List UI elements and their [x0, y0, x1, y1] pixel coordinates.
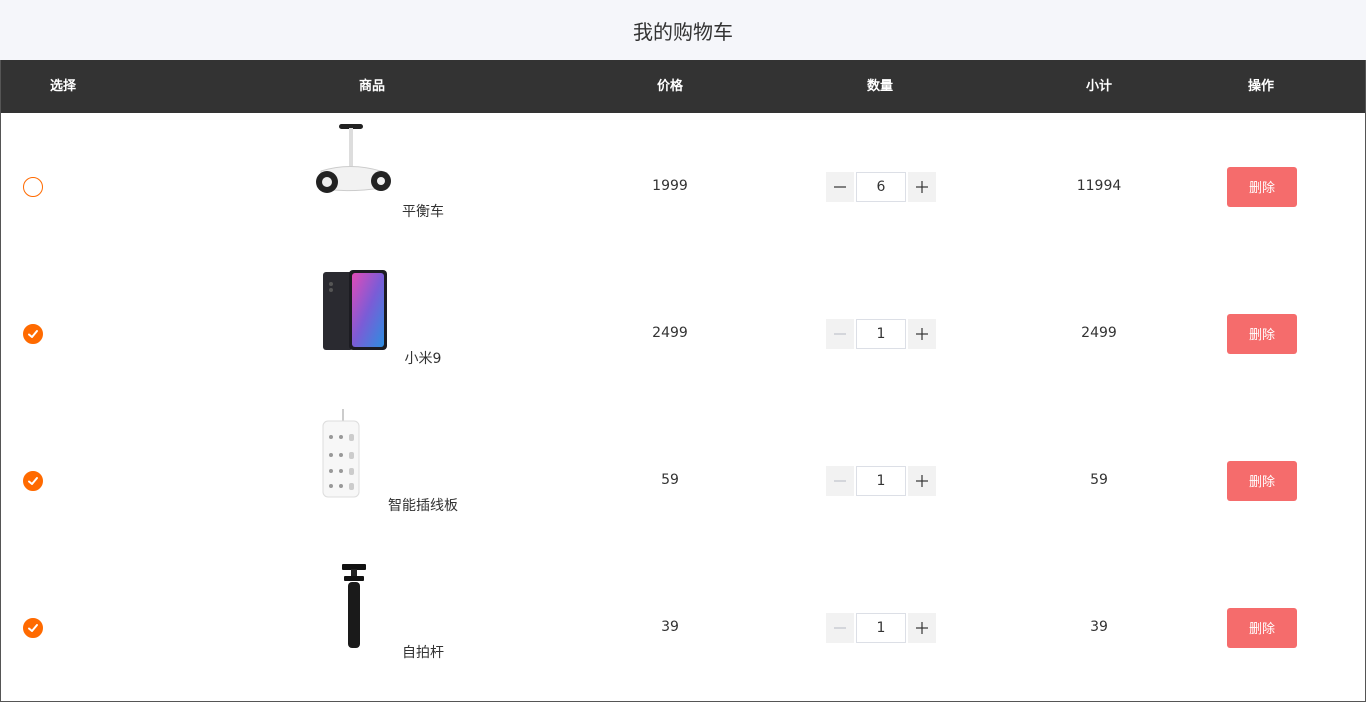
subtotal: 39	[1090, 619, 1108, 635]
minus-icon	[834, 479, 846, 482]
plus-icon	[916, 474, 928, 487]
page-title: 我的购物车	[633, 19, 733, 44]
cart-row: 自拍杆 39 39 删除	[1, 554, 1365, 701]
minus-icon	[834, 185, 846, 188]
product-name: 智能插线板	[388, 498, 458, 514]
subtotal: 11994	[1076, 178, 1122, 194]
selfie-stick-image	[342, 564, 366, 648]
cart-table: 选择 商品 价格 数量 小计 操作 平衡车 1999 1199	[0, 60, 1366, 702]
increase-button[interactable]	[908, 318, 936, 349]
check-icon	[28, 623, 38, 632]
delete-button[interactable]: 删除	[1227, 607, 1297, 648]
quantity-input[interactable]	[856, 465, 906, 496]
increase-button[interactable]	[908, 612, 936, 643]
page-header: 我的购物车	[0, 0, 1366, 60]
column-header-select: 选择	[49, 79, 77, 94]
select-radio[interactable]	[23, 323, 43, 344]
select-radio[interactable]	[23, 176, 43, 197]
check-icon	[28, 329, 38, 338]
cart-row: 平衡车 1999 11994 删除	[1, 113, 1365, 260]
decrease-button[interactable]	[826, 171, 854, 202]
plus-icon	[916, 180, 928, 193]
product-name: 平衡车	[402, 204, 444, 220]
plus-icon	[916, 621, 928, 634]
price: 2499	[652, 325, 688, 341]
plus-icon	[916, 327, 928, 340]
quantity-input[interactable]	[856, 171, 906, 202]
quantity-stepper	[826, 318, 936, 349]
decrease-button[interactable]	[826, 318, 854, 349]
column-header-quantity: 数量	[866, 79, 894, 94]
delete-button[interactable]: 删除	[1227, 460, 1297, 501]
table-header: 选择 商品 价格 数量 小计 操作	[1, 60, 1365, 113]
column-header-price: 价格	[656, 79, 684, 94]
column-header-action: 操作	[1247, 79, 1275, 94]
column-header-product: 商品	[358, 79, 386, 94]
quantity-stepper	[826, 171, 936, 202]
price: 1999	[652, 178, 688, 194]
smartphone-image	[323, 270, 387, 350]
quantity-input[interactable]	[856, 318, 906, 349]
price: 59	[661, 472, 679, 488]
quantity-stepper	[826, 465, 936, 496]
cart-row: 小米9 2499 2499 删除	[1, 260, 1365, 407]
select-radio[interactable]	[23, 617, 43, 638]
product-name: 自拍杆	[402, 645, 444, 661]
product-name: 小米9	[404, 351, 442, 367]
quantity-input[interactable]	[856, 612, 906, 643]
increase-button[interactable]	[908, 465, 936, 496]
subtotal: 2499	[1081, 325, 1117, 341]
minus-icon	[834, 332, 846, 335]
select-radio[interactable]	[23, 470, 43, 491]
price: 39	[661, 619, 679, 635]
check-icon	[28, 476, 38, 485]
decrease-button[interactable]	[826, 465, 854, 496]
cart-row: 智能插线板 59 59 删除	[1, 407, 1365, 554]
delete-button[interactable]: 删除	[1227, 166, 1297, 207]
decrease-button[interactable]	[826, 612, 854, 643]
delete-button[interactable]: 删除	[1227, 313, 1297, 354]
quantity-stepper	[826, 612, 936, 643]
subtotal: 59	[1090, 472, 1108, 488]
minus-icon	[834, 626, 846, 629]
column-header-subtotal: 小计	[1085, 79, 1113, 94]
power-strip-image	[322, 409, 360, 498]
increase-button[interactable]	[908, 171, 936, 202]
balance-scooter-image	[316, 124, 391, 193]
